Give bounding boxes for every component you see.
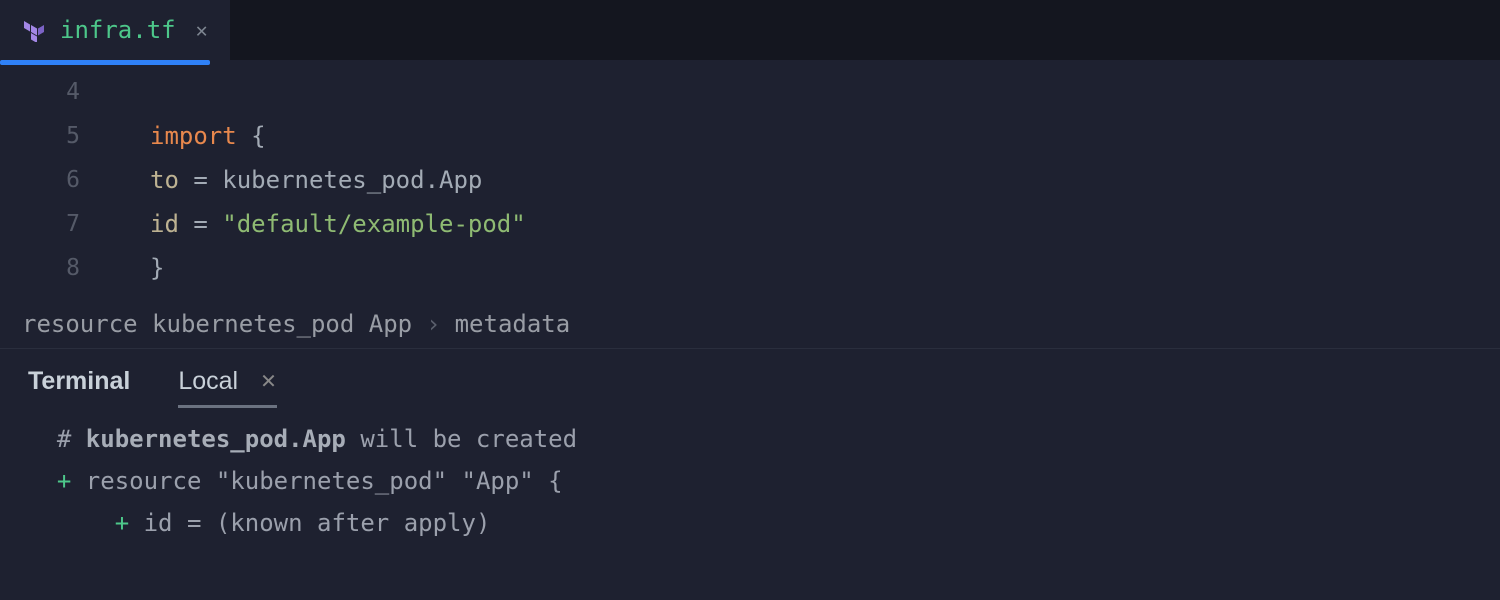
terminal-line: + id = (known after apply) xyxy=(28,502,1472,544)
breadcrumb[interactable]: resource kubernetes_pod App › metadata xyxy=(0,300,1500,349)
breadcrumb-segment: metadata xyxy=(455,310,571,338)
terminal-line: # kubernetes_pod.App will be created xyxy=(28,418,1472,460)
code-line-content: } xyxy=(150,246,1500,290)
code-line-content: to = kubernetes_pod.App xyxy=(150,158,1500,202)
panel-tab-local[interactable]: Local xyxy=(178,367,238,396)
breadcrumb-segment: resource kubernetes_pod App xyxy=(22,310,412,338)
panel-tab-terminal[interactable]: Terminal xyxy=(28,367,130,396)
code-editor[interactable]: 4 5 import { 6 to = kubernetes_pod.App 7… xyxy=(0,60,1500,290)
tab-active-indicator xyxy=(0,60,210,65)
terraform-icon xyxy=(22,18,46,42)
tab-bar: infra.tf ✕ xyxy=(0,0,1500,60)
chevron-right-icon: › xyxy=(426,310,440,338)
terminal-line: + resource "kubernetes_pod" "App" { xyxy=(28,460,1472,502)
line-number: 7 xyxy=(0,202,150,246)
line-number: 5 xyxy=(0,114,150,158)
tab-file-name: infra.tf xyxy=(60,16,176,44)
code-line-content: id = "default/example-pod" xyxy=(150,202,1500,246)
terminal-output[interactable]: # kubernetes_pod.App will be created + r… xyxy=(0,406,1500,556)
close-icon[interactable]: ✕ xyxy=(196,18,208,42)
code-line-content: import { xyxy=(150,114,1500,158)
line-number: 6 xyxy=(0,158,150,202)
editor-tab-infra[interactable]: infra.tf ✕ xyxy=(0,0,230,60)
close-icon[interactable]: ✕ xyxy=(260,369,277,394)
panel-tab-bar: Terminal Local ✕ xyxy=(0,349,1500,406)
line-number: 4 xyxy=(0,70,150,114)
tab-underline-indicator xyxy=(178,405,277,408)
line-number: 8 xyxy=(0,246,150,290)
